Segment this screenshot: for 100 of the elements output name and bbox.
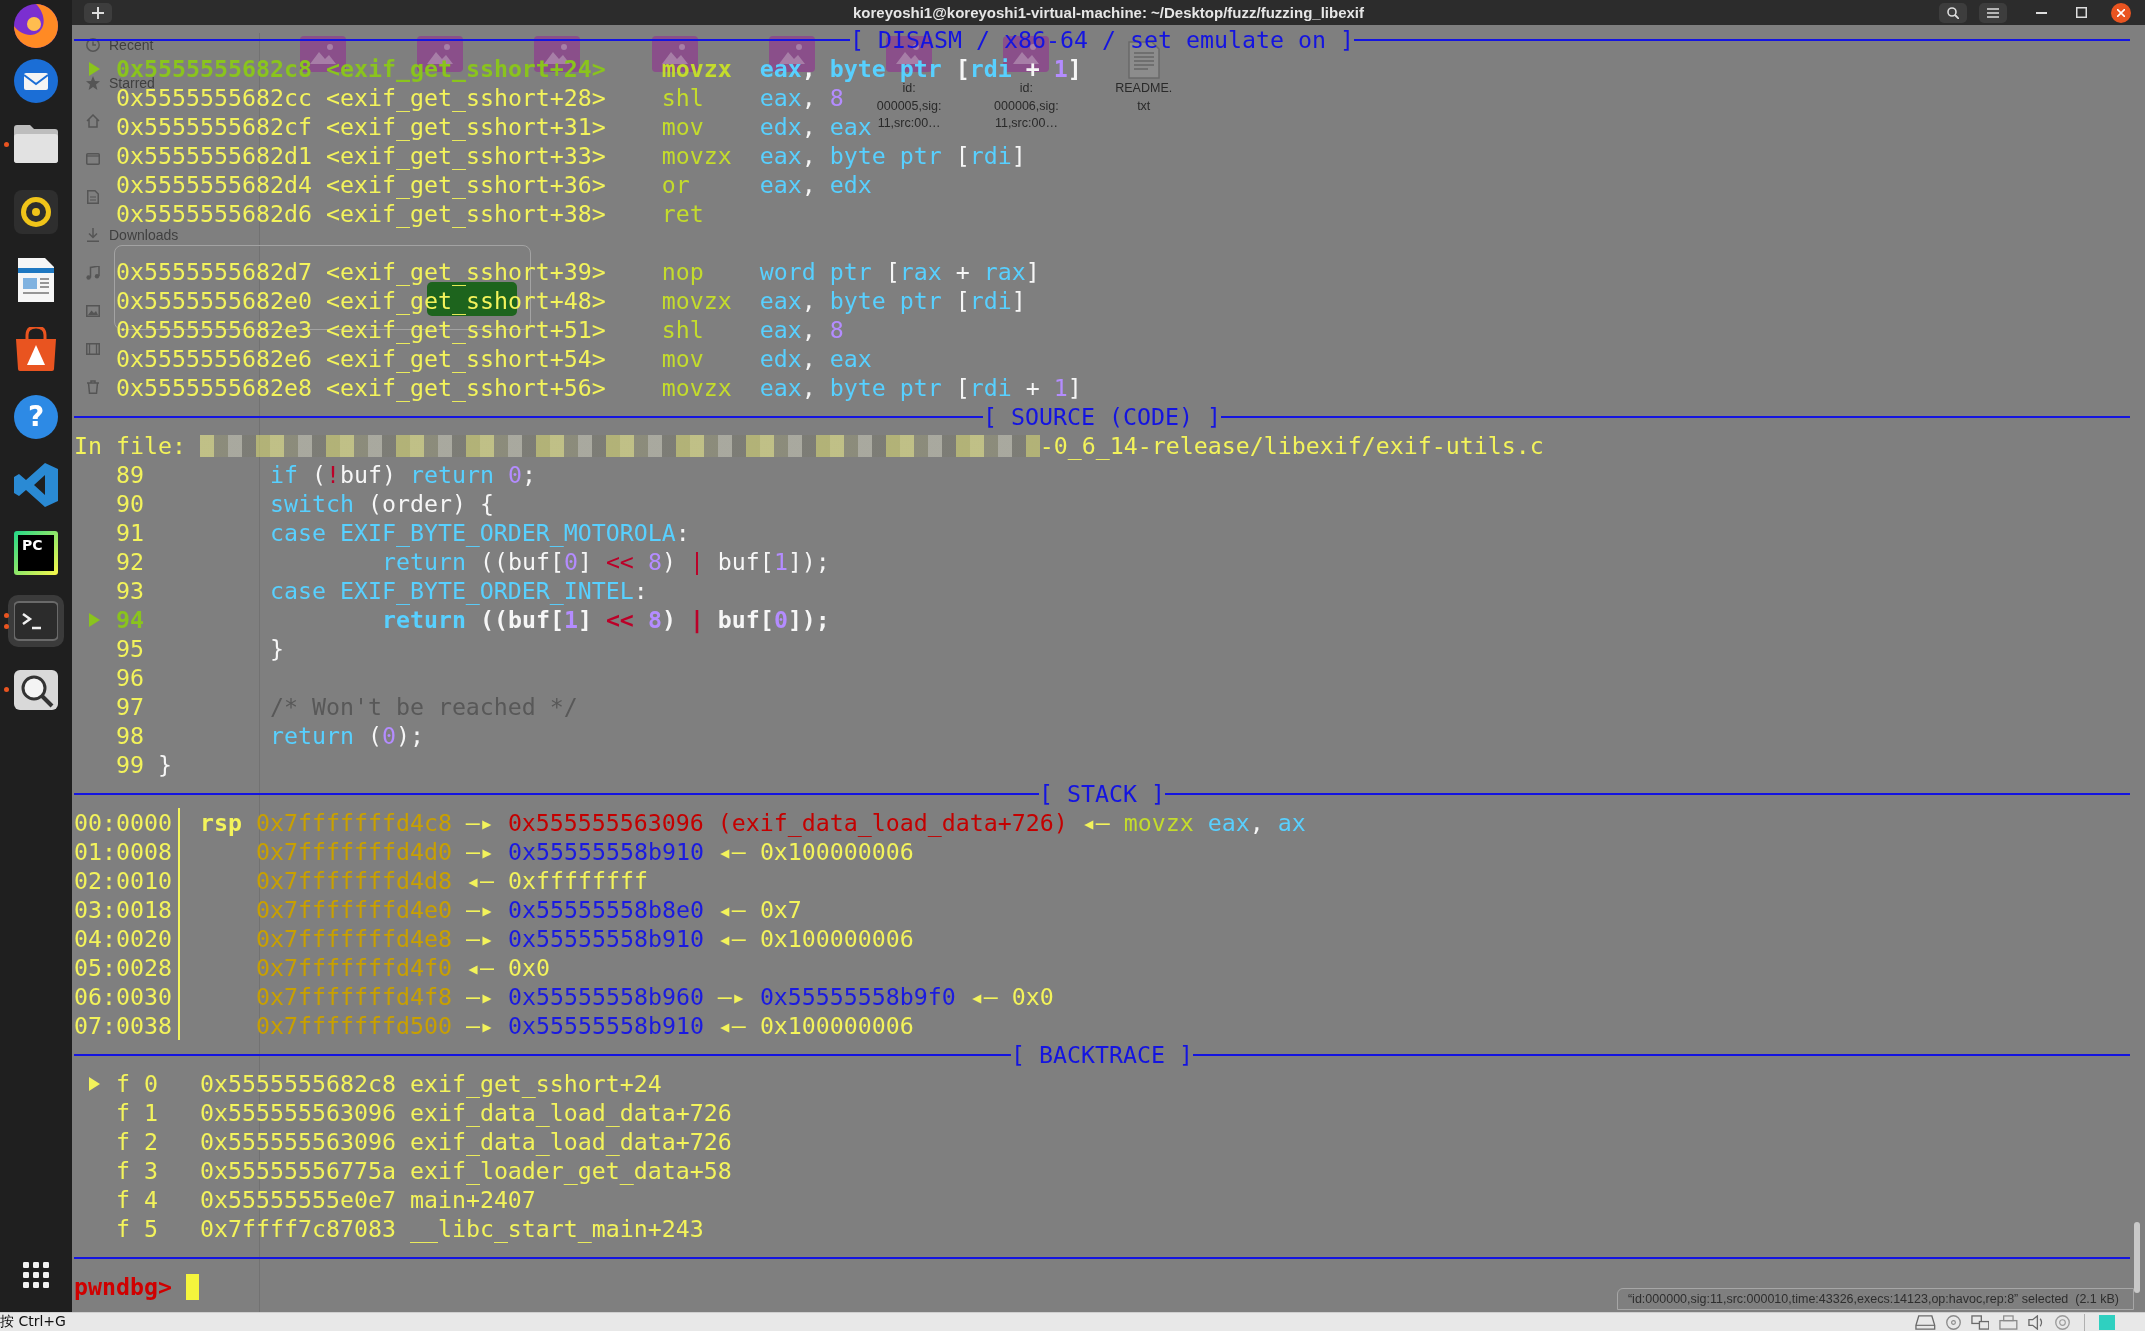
close-button[interactable] — [2111, 2, 2131, 23]
bag-icon — [14, 326, 58, 371]
music-note-icon — [86, 266, 100, 280]
backtrace-frame: f 2 0x555555563096 exif_data_load_data+726 — [115, 1127, 732, 1156]
scrollbar-thumb[interactable] — [2134, 1222, 2140, 1293]
maximize-icon — [2075, 7, 2087, 18]
minimize-icon — [2035, 11, 2047, 14]
code-line: } — [269, 635, 284, 662]
film-icon — [86, 342, 100, 356]
stack-offset: 04:0020 — [74, 924, 172, 953]
stack-chain: 0x7fffffffd4e0 —▸ 0x55555558b8e0 ◂— 0x7 — [255, 895, 802, 924]
sidebar-item[interactable]: Recent — [109, 37, 154, 53]
section-title: [ BACKTRACE ] — [1011, 1042, 1193, 1067]
stack-offset: 03:0018 — [74, 895, 172, 924]
ribbon-icon — [14, 463, 58, 508]
line-number: 91 — [115, 518, 144, 547]
code-line: return ((buf[1] << 8) | buf[0]); — [381, 606, 830, 633]
running-dot-icon — [4, 613, 9, 619]
stack-chain: 0x7fffffffd4e8 —▸ 0x55555558b910 ◂— 0x100000006 — [255, 924, 914, 953]
stack-offset: 05:0028 — [74, 953, 172, 982]
stack-offset: 07:0038 — [74, 1011, 172, 1040]
running-dot-icon — [4, 624, 9, 630]
picture-icon — [86, 304, 100, 318]
globe-icon — [14, 4, 58, 48]
stack-offset: 00:0000 — [74, 808, 172, 837]
code-line: if (!buf) return 0; — [269, 461, 536, 488]
close-icon — [2117, 8, 2125, 17]
search-button[interactable] — [1939, 2, 1967, 23]
triangle-marker-icon — [89, 1076, 101, 1091]
cursor-icon — [185, 1273, 199, 1300]
stack-offset: 06:0030 — [74, 982, 172, 1011]
app-logo-button[interactable]: PC — [14, 531, 58, 576]
clock-icon — [86, 38, 100, 52]
search-icon — [1947, 6, 1959, 19]
stack-offset: 01:0008 — [74, 837, 172, 866]
triangle-marker-icon — [89, 61, 101, 76]
line-number: 93 — [115, 576, 144, 605]
disasm-line: 0x5555555682e6 <exif_get_sshort+54> mov edx, eax — [115, 345, 872, 372]
window-title: koreyoshi1@koreyoshi1-virtual-machine: ~/Desktop/fuzz/fuzzing_libexif — [853, 4, 1364, 21]
hint-text: 按 Ctrl+G — [0, 1313, 66, 1331]
disasm-line: 0x5555555682d4 <exif_get_sshort+36> or eax, edx — [115, 171, 872, 198]
prompt-label: pwndbg> — [74, 1272, 172, 1301]
disc-icon[interactable] — [1945, 1314, 1961, 1330]
dock-button[interactable] — [8, 595, 64, 648]
magnifier-icon — [14, 667, 58, 712]
monitor-icon — [86, 152, 100, 166]
code-line: switch (order) { — [269, 490, 494, 517]
new-tab-button[interactable] — [84, 2, 112, 23]
backtrace-frame: f 4 0x55555555e0e7 main+2407 — [115, 1185, 536, 1214]
code-line: return (0); — [269, 722, 424, 749]
stack-chain: 0x7fffffffd4f8 —▸ 0x55555558b960 —▸ 0x55555558b9f0 ◂— 0x0 — [255, 982, 1054, 1011]
help-button[interactable]: ? — [14, 394, 58, 439]
grid-icon — [23, 1262, 49, 1288]
section-title: [ STACK ] — [1039, 781, 1165, 806]
speaker-icon[interactable] — [2028, 1314, 2045, 1330]
disasm-line: 0x5555555682d7 <exif_get_sshort+39> nop word ptr [rax + rax] — [115, 258, 1040, 285]
backtrace-frame: f 3 0x55555556775a exif_loader_get_data+58 — [115, 1156, 732, 1185]
line-number: 97 — [115, 692, 144, 721]
stack-chain: 0x7fffffffd500 —▸ 0x55555558b910 ◂— 0x100000006 — [255, 1011, 914, 1040]
line-number: 96 — [115, 663, 144, 692]
hard-drive-icon[interactable] — [1915, 1314, 1936, 1330]
triangle-marker-icon — [89, 612, 101, 627]
disasm-line: 0x5555555682d6 <exif_get_sshort+38> ret — [115, 200, 705, 227]
stack-chain: 0x7fffffffd4d0 —▸ 0x55555558b910 ◂— 0x100000006 — [255, 837, 914, 866]
sidebar-item[interactable]: Downloads — [109, 227, 179, 243]
loudspeaker-icon — [14, 190, 58, 235]
backtrace-frame: f 0 0x5555555682c8 exif_get_sshort+24 — [115, 1069, 662, 1098]
disasm-line: 0x5555555682e8 <exif_get_sshort+56> movzx eax, byte ptr [rdi + 1] — [115, 374, 1082, 401]
line-number: 99 — [115, 750, 144, 779]
file-label: In file: — [74, 431, 186, 460]
stack-chain: 0x7fffffffd4d8 ◂— 0xffffffff — [255, 866, 648, 895]
file-name[interactable]: id: 000006,sig: 11,src:00… — [989, 80, 1064, 133]
menu-button[interactable] — [1979, 2, 2007, 23]
line-number: 95 — [115, 634, 144, 663]
apps-button[interactable] — [23, 1262, 49, 1288]
disasm-line: 0x5555555682e3 <exif_get_sshort+51> shl eax, 8 — [115, 316, 844, 343]
selection-status: “id:000000,sig:11,src:000010,time:43326,execs:14123,op:havoc,rep:8” selected (2.1 kB) — [1616, 1288, 2134, 1310]
line-number: 89 — [115, 460, 144, 489]
file-path: -0_6_14-release/libexif/exif-utils.c — [1039, 431, 1544, 460]
printer-icon[interactable] — [1999, 1314, 2019, 1330]
plus-icon — [92, 6, 104, 19]
section-title: [ DISASM / x86-64 / set emulate on ] — [850, 27, 1354, 52]
disasm-line: 0x5555555682cf <exif_get_sshort+31> mov edx, eax — [115, 113, 872, 140]
code-line: case EXIF_BYTE_ORDER_MOTOROLA: — [269, 519, 690, 546]
download-icon — [86, 228, 100, 242]
line-number: 98 — [115, 721, 144, 750]
running-dot-icon — [4, 141, 9, 147]
code-line: case EXIF_BYTE_ORDER_INTEL: — [269, 577, 648, 604]
envelope-icon — [14, 59, 58, 103]
network-icon[interactable] — [1970, 1314, 1990, 1330]
line-number: 94 — [115, 605, 144, 634]
file-name[interactable]: README. txt — [1110, 80, 1178, 115]
terminal-icon — [14, 599, 58, 644]
document-icon — [86, 190, 100, 204]
code-line: return ((buf[0] << 8) | buf[1]); — [381, 548, 830, 575]
trash-icon — [86, 380, 100, 394]
stack-offset: 02:0010 — [74, 866, 172, 895]
line-number: 90 — [115, 489, 144, 518]
register-label: rsp — [199, 808, 242, 837]
disasm-line: 0x5555555682d1 <exif_get_sshort+33> movzx eax, byte ptr [rdi] — [115, 142, 1026, 169]
